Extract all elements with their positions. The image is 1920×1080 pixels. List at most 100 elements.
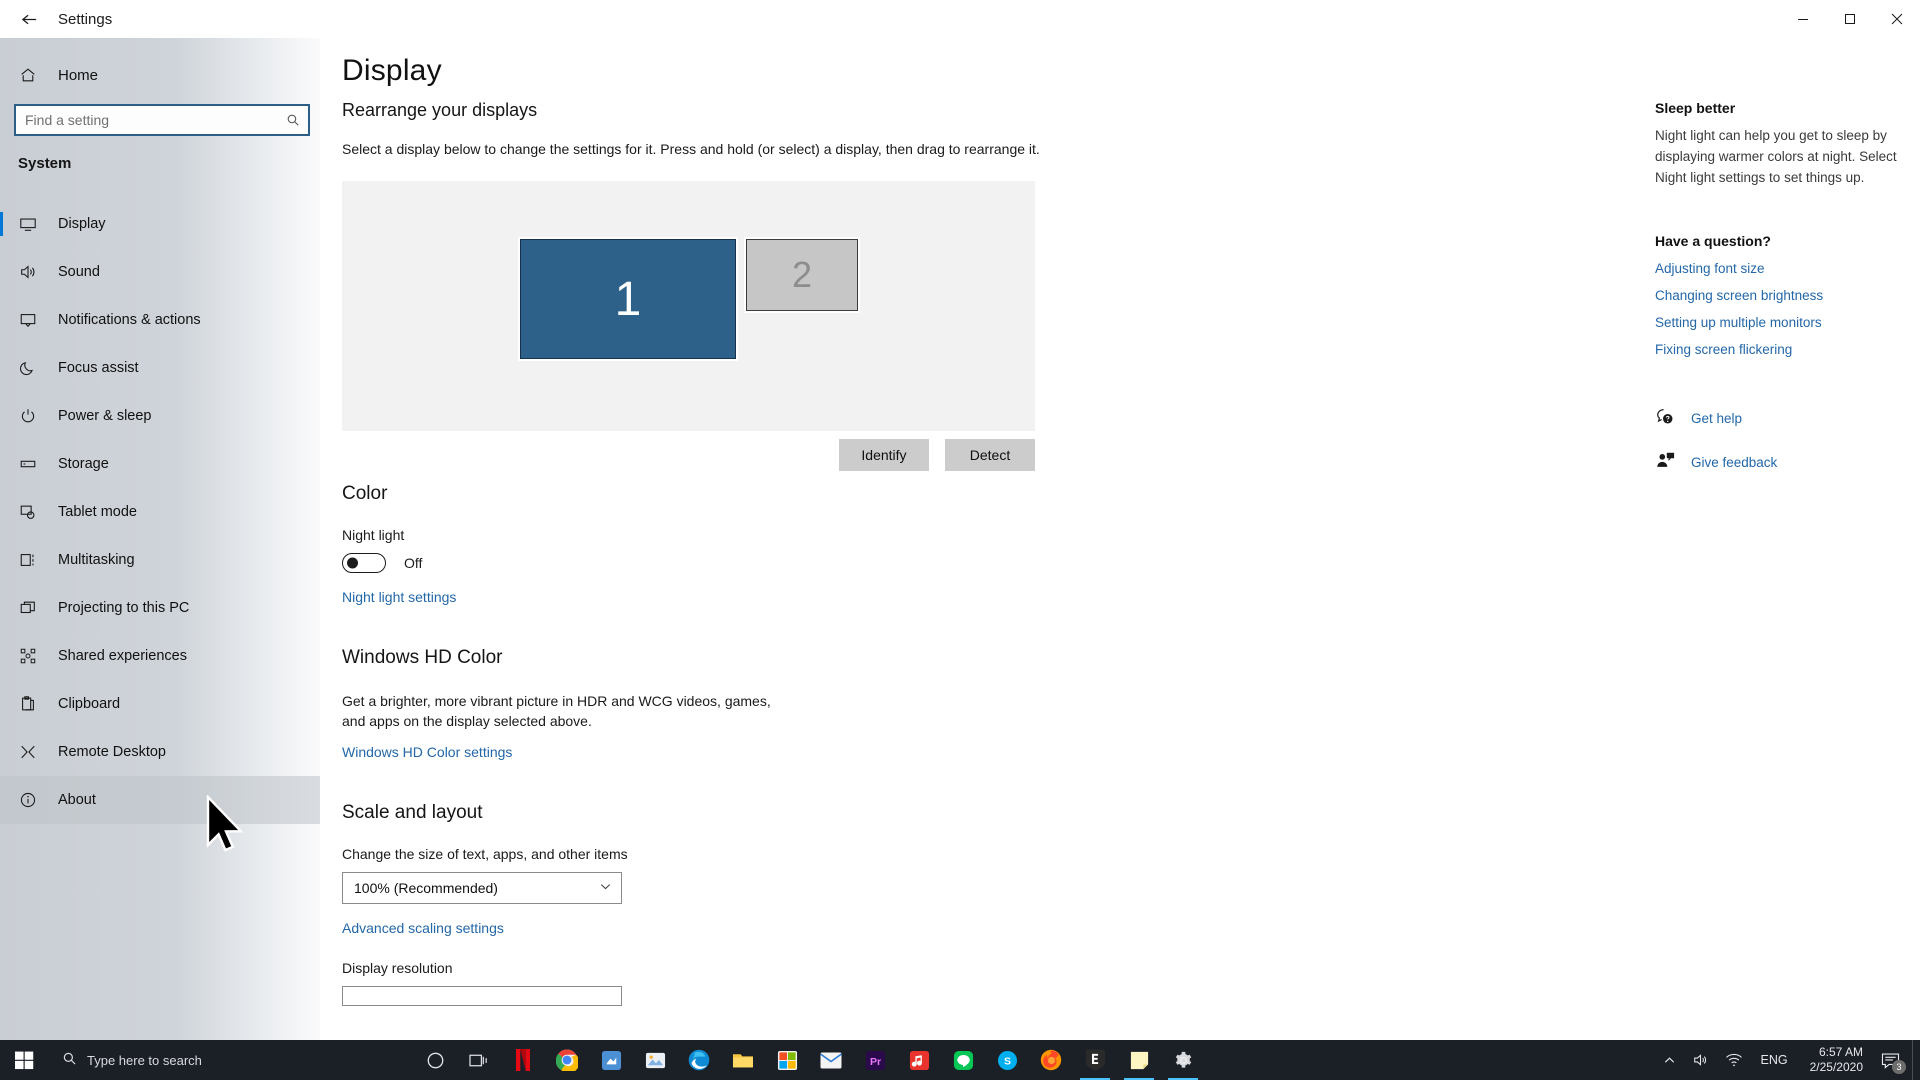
sidebar-item-display[interactable]: Display (0, 200, 320, 248)
sidebar-item-label: Focus assist (58, 360, 139, 376)
photos-icon[interactable] (634, 1040, 676, 1080)
window-controls (1779, 0, 1920, 38)
language-indicator[interactable]: ENG (1751, 1053, 1798, 1067)
tablet-icon (18, 502, 38, 522)
mail-icon[interactable] (810, 1040, 852, 1080)
get-help-action[interactable]: Get help (1655, 407, 1905, 431)
identify-button[interactable]: Identify (839, 439, 929, 471)
maximize-button[interactable] (1826, 0, 1873, 38)
help-link-adjusting-font-size[interactable]: Adjusting font size (1655, 261, 1905, 276)
sidebar-item-label: Remote Desktop (58, 744, 166, 760)
main-content: Display Rearrange your displays Select a… (320, 38, 1920, 1040)
sidebar-item-home[interactable]: Home (0, 53, 320, 97)
sidebar-item-sound[interactable]: Sound (0, 248, 320, 296)
display-resolution-dropdown[interactable] (342, 985, 622, 1006)
back-arrow-icon[interactable] (8, 2, 50, 36)
sidebar-item-notifications-actions[interactable]: Notifications & actions (0, 296, 320, 344)
sidebar-item-power-sleep[interactable]: Power & sleep (0, 392, 320, 440)
clock-time: 6:57 AM (1818, 1045, 1863, 1059)
sidebar-item-focus-assist[interactable]: Focus assist (0, 344, 320, 392)
microsoft-edge-icon[interactable] (678, 1040, 720, 1080)
help-links: Adjusting font size Changing screen brig… (1655, 261, 1905, 357)
search-icon (62, 1051, 77, 1069)
help-pane: Sleep better Night light can help you ge… (1655, 100, 1905, 475)
scale-size-value: 100% (Recommended) (354, 879, 498, 896)
title-bar: Settings (0, 0, 1920, 38)
color-section: Color Night light Off Night light settin… (342, 483, 1082, 607)
monitor-2[interactable]: 2 (746, 239, 858, 311)
epic-games-icon[interactable] (1074, 1040, 1116, 1080)
sidebar-item-projecting-to-this-pc[interactable]: Projecting to this PC (0, 584, 320, 632)
music-app-icon[interactable] (898, 1040, 940, 1080)
minimize-button[interactable] (1779, 0, 1826, 38)
power-icon (18, 406, 38, 426)
sidebar-item-label: Notifications & actions (58, 312, 201, 328)
sticky-notes-icon[interactable] (1118, 1040, 1160, 1080)
skype-icon[interactable]: S (986, 1040, 1028, 1080)
rearrange-description: Select a display below to change the set… (342, 141, 1040, 157)
monitor-arrangement-canvas[interactable]: 1 2 Identify Detect (342, 181, 1035, 471)
clock[interactable]: 6:57 AM 2/25/2020 (1798, 1040, 1875, 1080)
sleep-better-text: Night light can help you get to sleep by… (1655, 128, 1897, 185)
monitor-1[interactable]: 1 (520, 239, 736, 359)
sidebar-item-label: Storage (58, 456, 109, 472)
sidebar-item-multitasking[interactable]: Multitasking (0, 536, 320, 584)
monitor-icon (18, 214, 38, 234)
feedback-icon (1655, 451, 1675, 475)
sidebar: Home System Display (0, 0, 320, 1040)
settings-window: Settings Home Find a setting System Disp… (0, 0, 1920, 1080)
sidebar-item-label: About (58, 792, 96, 808)
night-light-toggle-row: Off (342, 553, 1082, 573)
window-title: Settings (58, 10, 113, 28)
close-button[interactable] (1873, 0, 1920, 38)
help-link-changing-screen-brightness[interactable]: Changing screen brightness (1655, 288, 1905, 303)
hd-color-heading: Windows HD Color (342, 647, 503, 668)
speaker-icon (18, 262, 38, 282)
hd-color-settings-link[interactable]: Windows HD Color settings (342, 744, 512, 760)
sidebar-item-tablet-mode[interactable]: Tablet mode (0, 488, 320, 536)
microsoft-store-icon[interactable] (766, 1040, 808, 1080)
detect-button[interactable]: Detect (945, 439, 1035, 471)
night-light-state: Off (404, 555, 423, 571)
help-link-setting-up-multiple-monitors[interactable]: Setting up multiple monitors (1655, 315, 1905, 330)
store-app-icon[interactable] (590, 1040, 632, 1080)
sidebar-item-label: Power & sleep (58, 408, 152, 424)
adobe-premiere-icon[interactable]: Pr (854, 1040, 896, 1080)
scale-size-label: Change the size of text, apps, and other… (342, 845, 628, 862)
multitask-icon (18, 550, 38, 570)
file-explorer-icon[interactable] (722, 1040, 764, 1080)
taskbar-search-box[interactable]: Type here to search (48, 1040, 348, 1080)
firefox-icon[interactable] (1030, 1040, 1072, 1080)
display-resolution-label: Display resolution (342, 959, 453, 976)
sidebar-item-remote-desktop[interactable]: Remote Desktop (0, 728, 320, 776)
search-setting-box[interactable] (14, 104, 310, 136)
settings-icon[interactable] (1162, 1040, 1204, 1080)
sidebar-home-label: Home (58, 66, 99, 84)
cortana-icon[interactable] (414, 1040, 456, 1080)
give-feedback-action[interactable]: Give feedback (1655, 451, 1905, 475)
sidebar-item-shared-experiences[interactable]: Shared experiences (0, 632, 320, 680)
line-app-icon[interactable] (942, 1040, 984, 1080)
night-light-settings-link[interactable]: Night light settings (342, 589, 456, 605)
task-view-icon[interactable] (458, 1040, 500, 1080)
scale-size-dropdown[interactable]: 100% (Recommended) (342, 871, 622, 904)
show-hidden-icons-icon[interactable] (1655, 1040, 1684, 1080)
sidebar-item-clipboard[interactable]: Clipboard (0, 680, 320, 728)
volume-icon[interactable] (1684, 1040, 1717, 1080)
help-link-fixing-screen-flickering[interactable]: Fixing screen flickering (1655, 342, 1905, 357)
sidebar-items: Display Sound Notifications & actions Fo… (0, 200, 320, 824)
sidebar-item-about[interactable]: About (0, 776, 320, 824)
wifi-icon[interactable] (1717, 1040, 1751, 1080)
sidebar-item-storage[interactable]: Storage (0, 440, 320, 488)
help-actions: Get help Give feedback (1655, 407, 1905, 475)
action-center-icon[interactable]: 3 (1875, 1040, 1912, 1080)
night-light-toggle[interactable] (342, 553, 386, 573)
show-desktop-button[interactable] (1912, 1040, 1920, 1080)
advanced-scaling-settings-link[interactable]: Advanced scaling settings (342, 920, 504, 936)
hd-color-section: Windows HD Color Get a brighter, more vi… (342, 647, 1082, 762)
search-input[interactable] (16, 112, 278, 128)
google-chrome-icon[interactable] (546, 1040, 588, 1080)
netflix-icon[interactable] (502, 1040, 544, 1080)
windows-start-icon[interactable] (0, 1040, 48, 1080)
monitor-number: 1 (614, 272, 642, 326)
